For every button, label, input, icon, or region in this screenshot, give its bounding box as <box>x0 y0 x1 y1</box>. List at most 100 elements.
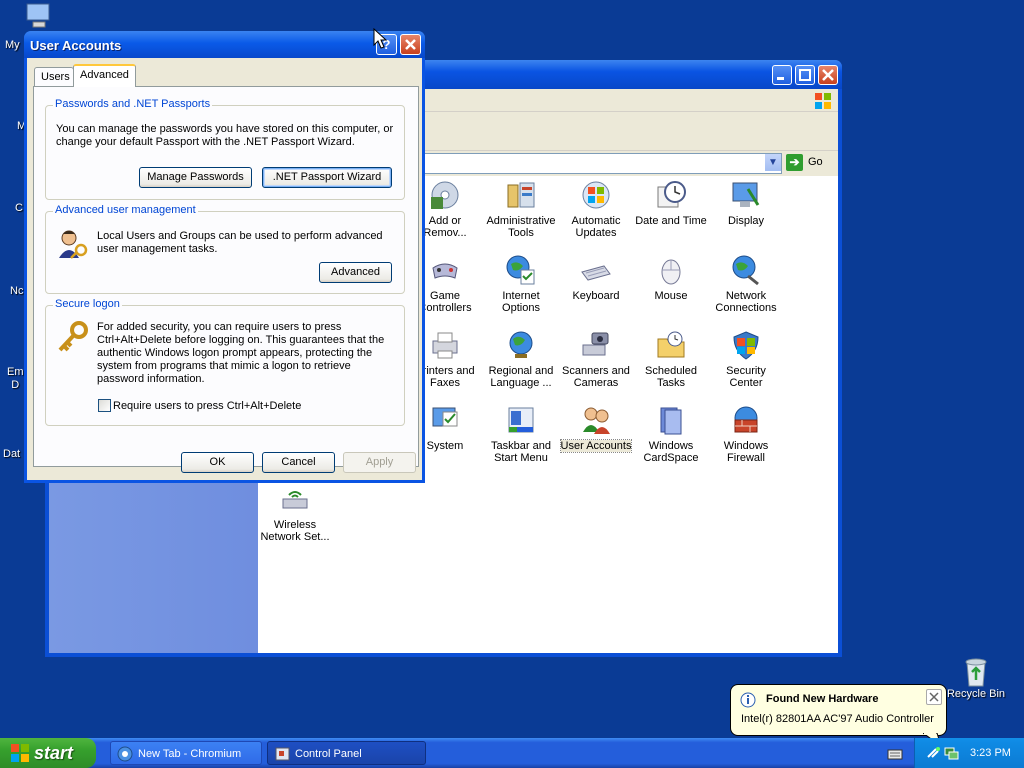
cpl-keyboard[interactable]: Keyboard <box>556 254 636 302</box>
button-label: Cancel <box>281 456 316 468</box>
game-controllers-icon <box>432 263 458 279</box>
desktop-icon-partial[interactable]: C <box>15 202 23 214</box>
cpl-label: Windows CardSpace <box>643 440 699 464</box>
dialog-body: Users Advanced Passwords and .NET Passpo… <box>27 58 422 480</box>
desktop-icon-partial[interactable]: Dat <box>3 448 20 460</box>
cpl-label: Mouse <box>654 290 688 302</box>
cpl-label: Administrative Tools <box>486 215 556 239</box>
group-legend: Secure logon <box>53 298 122 310</box>
cpl-regional-language[interactable]: Regional and Language ... <box>481 329 561 389</box>
cpl-label: Display <box>727 215 765 227</box>
cpl-windows-firewall[interactable]: Windows Firewall <box>706 404 786 464</box>
key-icon <box>58 321 88 352</box>
cpl-wireless-network[interactable]: Wireless Network Set... <box>255 483 335 543</box>
security-center-icon <box>733 331 759 360</box>
clock[interactable]: 3:23 PM <box>970 747 1011 759</box>
taskbar-item-chromium[interactable]: New Tab - Chromium <box>110 741 262 765</box>
administrative-tools-icon <box>507 182 535 208</box>
tab-advanced[interactable]: Advanced <box>73 64 136 87</box>
cpl-windows-cardspace[interactable]: Windows CardSpace <box>631 404 711 464</box>
tab-users[interactable]: Users <box>34 67 74 86</box>
maximize-icon <box>799 69 811 81</box>
cpl-network-connections[interactable]: Network Connections <box>706 254 786 314</box>
ok-button[interactable]: OK <box>181 452 254 473</box>
scanners-cameras-icon <box>582 332 609 356</box>
desktop-icon-label: My <box>5 39 20 51</box>
button-label: OK <box>209 456 226 468</box>
advanced-description: Local Users and Groups can be used to pe… <box>97 230 383 255</box>
group-legend: Passwords and .NET Passports <box>53 98 213 110</box>
manage-passwords-button[interactable]: Manage Passwords <box>139 167 252 188</box>
minimize-button[interactable] <box>772 65 792 85</box>
cpl-label: Date and Time <box>635 215 707 227</box>
secure-logon-group: Secure logon For added security, you can… <box>45 298 405 426</box>
cpl-automatic-updates[interactable]: Automatic Updates <box>556 179 636 239</box>
cpl-taskbar-start-menu[interactable]: Taskbar and Start Menu <box>481 404 561 464</box>
tab-label: Advanced <box>80 69 129 81</box>
button-label: Advanced <box>331 266 380 278</box>
cpl-label: Add or Remov... <box>423 215 467 239</box>
safely-remove-hardware-icon[interactable] <box>926 745 942 761</box>
taskbar-item-label: New Tab - Chromium <box>138 748 242 760</box>
passwords-description: You can manage the passwords you have st… <box>56 123 394 148</box>
wireless-network-icon <box>282 491 308 509</box>
printers-faxes-icon <box>432 332 458 359</box>
keyboard-icon <box>581 265 611 281</box>
balloon-close-button[interactable] <box>926 689 942 705</box>
cpl-security-center[interactable]: Security Center <box>706 329 786 389</box>
desktop-icon-label: Em D <box>7 366 24 391</box>
cpl-user-accounts[interactable]: User Accounts <box>556 404 636 453</box>
go-arrow-icon: ➔ <box>786 154 803 171</box>
add-remove-programs-icon <box>431 181 459 209</box>
cpl-mouse[interactable]: Mouse <box>631 254 711 302</box>
start-button[interactable]: start <box>0 738 96 768</box>
internet-options-icon <box>506 255 535 285</box>
tab-label: Users <box>41 71 70 83</box>
chevron-down-icon: ▼ <box>768 157 778 168</box>
desktop-icon-partial[interactable]: Em D <box>7 366 24 392</box>
ctrl-alt-delete-checkbox[interactable] <box>98 399 111 412</box>
cancel-button[interactable]: Cancel <box>262 452 335 473</box>
scheduled-tasks-icon <box>657 331 685 358</box>
balloon-title: Found New Hardware <box>766 693 879 705</box>
network-tray-icon[interactable] <box>943 745 959 761</box>
cpl-scanners-cameras[interactable]: Scanners and Cameras <box>556 329 636 389</box>
users-groups-icon <box>59 230 88 259</box>
maximize-button[interactable] <box>795 65 815 85</box>
cpl-scheduled-tasks[interactable]: Scheduled Tasks <box>631 329 711 389</box>
go-label: Go <box>808 156 823 168</box>
automatic-updates-icon <box>582 181 610 209</box>
advanced-tab-panel: Passwords and .NET Passports You can man… <box>33 86 419 467</box>
minimize-icon <box>777 77 784 80</box>
dialog-close-button[interactable] <box>400 34 421 55</box>
cpl-display[interactable]: Display <box>706 179 786 227</box>
notification-balloon[interactable]: Found New Hardware Intel(r) 82801AA AC'9… <box>730 684 947 747</box>
address-dropdown-button[interactable]: ▼ <box>765 154 781 171</box>
cpl-internet-options[interactable]: Internet Options <box>481 254 561 314</box>
advanced-button[interactable]: Advanced <box>319 262 392 283</box>
desktop-icon-recycle-bin[interactable]: Recycle Bin <box>944 656 1008 700</box>
taskbar-item-control-panel[interactable]: Control Panel <box>267 741 426 765</box>
go-button[interactable]: ➔ Go <box>786 153 834 173</box>
apply-button[interactable]: Apply <box>343 452 416 473</box>
cpl-label: Automatic Updates <box>571 215 621 239</box>
cpl-label: Security Center <box>726 365 766 389</box>
cpl-label: Wireless Network Set... <box>260 519 330 543</box>
group-legend: Advanced user management <box>53 204 198 216</box>
control-panel-icon <box>275 747 290 761</box>
desktop-icon-label: Recycle Bin <box>946 688 1006 700</box>
cpl-label: Scheduled Tasks <box>645 365 697 389</box>
passwords-group: Passwords and .NET Passports You can man… <box>45 98 405 200</box>
cpl-label: Keyboard <box>572 290 620 302</box>
system-icon <box>432 407 458 427</box>
close-button[interactable] <box>818 65 838 85</box>
system-tray: 3:23 PM <box>914 738 1024 768</box>
cpl-label: System <box>426 440 464 452</box>
cpl-label: Windows Firewall <box>723 440 769 464</box>
net-passport-wizard-button[interactable]: .NET Passport Wizard <box>262 167 392 188</box>
cpl-administrative-tools[interactable]: Administrative Tools <box>481 179 561 239</box>
info-icon <box>740 692 756 708</box>
desktop-icon-partial[interactable]: Nc <box>10 285 23 297</box>
dialog-title-bar[interactable]: User Accounts ? <box>24 31 425 58</box>
cpl-date-time[interactable]: Date and Time <box>631 179 711 227</box>
